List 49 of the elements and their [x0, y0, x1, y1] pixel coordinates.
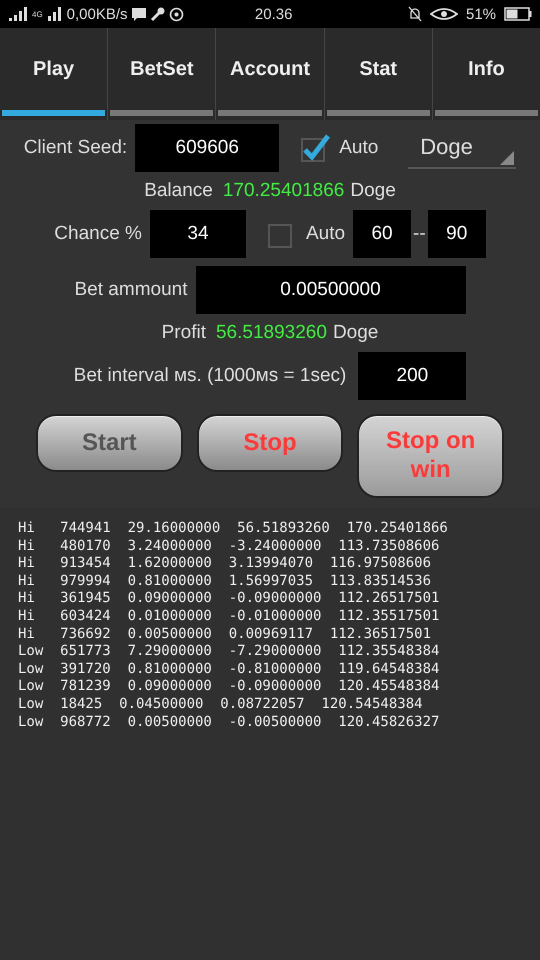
unit-label: Doge: [350, 180, 396, 202]
wrench-icon: [150, 6, 165, 22]
checkbox[interactable]: [299, 132, 332, 164]
log-line: Hi 480170 3.24000000 -3.24000000 113.73508606: [18, 538, 440, 556]
log-line: Low 781239 0.09000000 -0.09000000 120.45548384: [18, 678, 440, 696]
min-field[interactable]: 60: [353, 210, 412, 258]
balance-value: 170.25401866: [222, 180, 344, 202]
tab[interactable]: Stat: [324, 28, 432, 120]
chat-icon: [132, 8, 146, 20]
log-line: Hi 744941 29.16000000 56.51893260 170.25401866: [18, 520, 449, 538]
chance-field[interactable]: 34: [150, 210, 246, 258]
seed-field[interactable]: 609606: [135, 124, 280, 172]
interval-field[interactable]: 200: [358, 352, 466, 400]
battery-percent: 51%: [466, 6, 496, 22]
field-label: Balance: [144, 180, 213, 202]
field-label: Bet ammount: [74, 279, 188, 301]
tab[interactable]: Account: [215, 28, 324, 120]
checkbox-label: Auto: [339, 137, 378, 159]
eye-icon: [430, 7, 458, 21]
log-line: Hi 913454 1.62000000 3.13994070 116.97508606: [18, 555, 432, 573]
tab[interactable]: Info: [432, 28, 540, 120]
log-line: Low 391720 0.81000000 -0.81000000 119.64548384: [18, 660, 440, 678]
range-separator: --: [413, 223, 426, 245]
log-line: Hi 736692 0.00500000 0.00969117 112.36517501: [18, 626, 432, 644]
tab[interactable]: BetSet: [107, 28, 216, 120]
field-label: Client Seed:: [24, 137, 128, 159]
field-label: Profit: [162, 322, 206, 344]
log-line: Low 18425 0.04500000 0.08722057 120.54548384: [18, 696, 424, 714]
dropdown-corner-icon: [500, 151, 514, 165]
log-line: Hi 979994 0.81000000 1.56997035 113.83514536: [18, 572, 432, 590]
network-type: 4G: [32, 10, 43, 18]
network-speed: 0,00KB/s: [66, 6, 128, 22]
log-line: Low 651773 7.29000000 -7.29000000 112.35548384: [18, 643, 440, 661]
bet-amount-field[interactable]: 0.00500000: [196, 266, 466, 314]
signal-icon: [8, 7, 28, 21]
field-label: Bet interval мs. (1000мs = 1sec): [74, 365, 346, 387]
max-field[interactable]: 90: [428, 210, 486, 258]
log-line: Low 968772 0.00500000 -0.00500000 120.45826327: [18, 714, 440, 732]
battery-icon: [504, 7, 532, 21]
signal-icon: [46, 7, 63, 21]
unit-label: Doge: [332, 322, 378, 344]
clock: 20.36: [254, 6, 292, 22]
checkbox-label: Auto: [306, 223, 346, 245]
muted-bell-icon: [408, 6, 422, 22]
log-line: Hi 603424 0.01000000 -0.01000000 112.35517501: [18, 608, 440, 626]
profit-value: 56.51893260: [216, 322, 327, 344]
log-line: Hi 361945 0.09000000 -0.09000000 112.26517501: [18, 590, 440, 608]
currency-dropdown[interactable]: Doge: [408, 127, 516, 169]
field-label: Chance %: [54, 223, 142, 245]
